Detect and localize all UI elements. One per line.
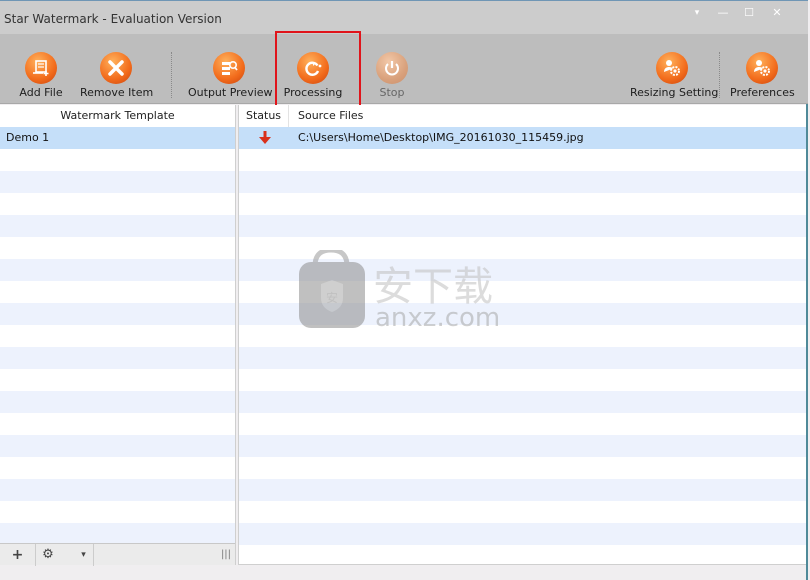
user-gear-icon	[746, 52, 778, 84]
preview-search-icon	[213, 52, 245, 84]
add-file-label: Add File	[19, 86, 63, 99]
stop-button[interactable]: Stop	[370, 34, 414, 104]
add-template-button[interactable]: +	[0, 544, 36, 566]
source-files-panel: Status Source Files C:\Users\Home\Deskto…	[238, 105, 806, 565]
empty-row	[0, 501, 235, 523]
empty-row	[239, 391, 806, 413]
empty-row	[0, 391, 235, 413]
empty-row	[239, 347, 806, 369]
empty-row	[0, 347, 235, 369]
empty-row	[0, 413, 235, 435]
gear-icon[interactable]: ⚙	[37, 544, 59, 566]
maximize-button[interactable]: ☐	[738, 5, 760, 21]
empty-row	[239, 435, 806, 457]
status-column-header[interactable]: Status	[239, 105, 289, 127]
empty-row	[239, 215, 806, 237]
resize-grip-handle[interactable]: |||	[218, 544, 234, 566]
preferences-label: Preferences	[730, 86, 795, 99]
empty-row	[239, 457, 806, 479]
empty-row	[0, 479, 235, 501]
empty-row	[0, 325, 235, 347]
window-title: Star Watermark - Evaluation Version	[4, 12, 222, 26]
resizing-setting-button[interactable]: Resizing Setting	[630, 34, 719, 104]
empty-row	[239, 545, 806, 567]
add-file-button[interactable]: Add File	[12, 34, 70, 104]
empty-row	[0, 171, 235, 193]
processing-label: Processing	[283, 86, 343, 99]
empty-row	[239, 501, 806, 523]
empty-row	[239, 193, 806, 215]
empty-row	[239, 369, 806, 391]
watermark-template-panel: Watermark Template Demo 1	[0, 105, 236, 565]
output-preview-label: Output Preview	[188, 86, 273, 99]
toolbar: Add File Remove Item Output Preview Proc…	[0, 34, 808, 104]
template-name: Demo 1	[6, 131, 50, 144]
template-list-item[interactable]: Demo 1	[0, 127, 235, 149]
stop-label: Stop	[379, 86, 405, 99]
empty-row	[0, 149, 235, 171]
template-list: Demo 1	[0, 127, 235, 545]
empty-row	[0, 369, 235, 391]
empty-row	[239, 479, 806, 501]
empty-row	[239, 171, 806, 193]
close-button[interactable]: ✕	[766, 5, 788, 21]
empty-row	[0, 457, 235, 479]
empty-row	[0, 215, 235, 237]
remove-item-button[interactable]: Remove Item	[80, 34, 154, 104]
power-stop-icon	[376, 52, 408, 84]
empty-row	[0, 303, 235, 325]
user-gear-icon	[656, 52, 688, 84]
watermark-template-header[interactable]: Watermark Template	[0, 105, 235, 127]
source-files-list: C:\Users\Home\Desktop\IMG_20161030_11545…	[239, 127, 806, 567]
title-bar: Star Watermark - Evaluation Version ▾ — …	[0, 0, 808, 34]
chevron-down-icon[interactable]: ▾	[74, 544, 94, 566]
empty-row	[239, 281, 806, 303]
refresh-icon	[297, 52, 329, 84]
empty-row	[239, 149, 806, 171]
output-preview-button[interactable]: Output Preview	[188, 34, 273, 104]
source-files-column-header[interactable]: Source Files	[298, 105, 598, 127]
empty-row	[0, 259, 235, 281]
empty-row	[239, 325, 806, 347]
toolbar-separator	[171, 52, 172, 98]
file-path: C:\Users\Home\Desktop\IMG_20161030_11545…	[298, 131, 584, 144]
remove-x-icon	[100, 52, 132, 84]
empty-row	[239, 523, 806, 545]
add-file-icon	[25, 52, 57, 84]
processing-button[interactable]: Processing	[282, 34, 344, 104]
empty-row	[0, 193, 235, 215]
file-row[interactable]: C:\Users\Home\Desktop\IMG_20161030_11545…	[239, 127, 806, 149]
empty-row	[239, 237, 806, 259]
empty-row	[0, 237, 235, 259]
empty-row	[239, 259, 806, 281]
empty-row	[239, 413, 806, 435]
remove-item-label: Remove Item	[80, 86, 154, 99]
toolbar-separator	[719, 52, 720, 98]
resizing-setting-label: Resizing Setting	[630, 86, 719, 99]
template-bottom-toolbar: + ⚙ ▾ |||	[0, 543, 235, 566]
empty-row	[0, 523, 235, 545]
empty-row	[239, 303, 806, 325]
empty-row	[0, 435, 235, 457]
options-dropdown-icon[interactable]: ▾	[686, 5, 708, 21]
app-window: Star Watermark - Evaluation Version ▾ — …	[0, 0, 808, 580]
empty-row	[0, 281, 235, 303]
minimize-button[interactable]: —	[712, 5, 734, 21]
preferences-button[interactable]: Preferences	[730, 34, 795, 104]
